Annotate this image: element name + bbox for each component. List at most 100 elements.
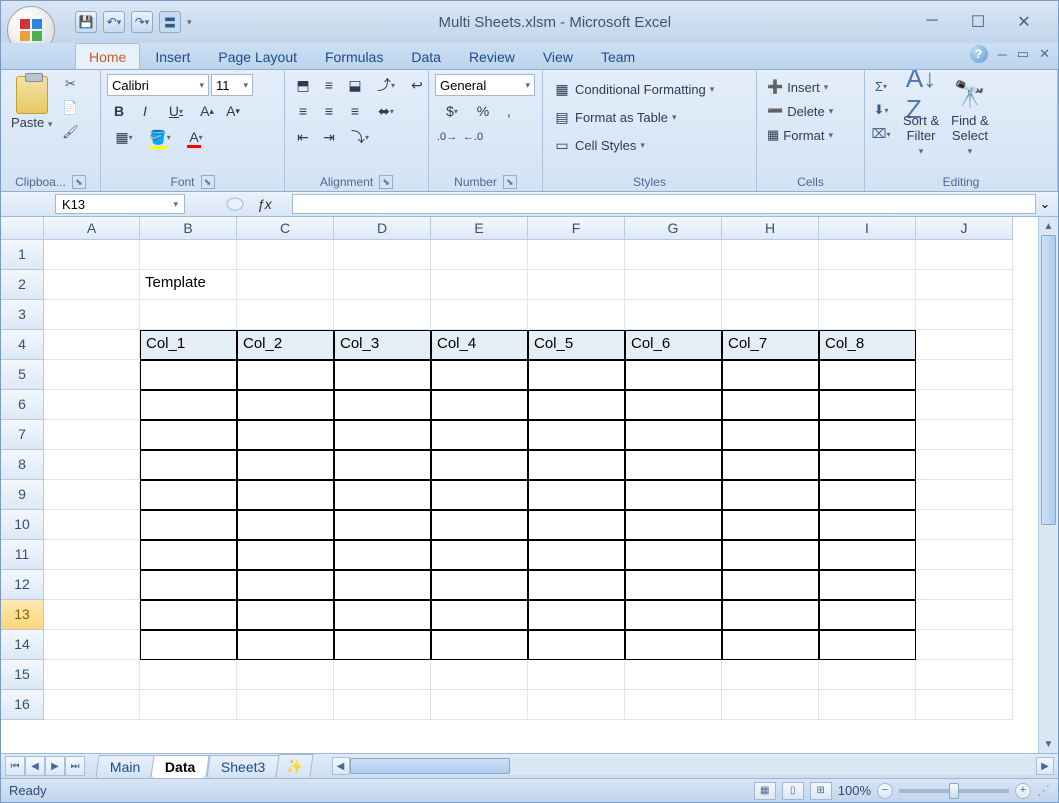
- conditional-formatting-button[interactable]: ▦Conditional Formatting ▾: [549, 78, 718, 100]
- cell-I4[interactable]: Col_8: [819, 330, 916, 360]
- cell-I13[interactable]: [819, 600, 916, 630]
- cell-J13[interactable]: [916, 600, 1013, 630]
- cell-E12[interactable]: [431, 570, 528, 600]
- row-header-15[interactable]: 15: [1, 660, 44, 690]
- orientation-button[interactable]: ⤴▾: [369, 74, 403, 96]
- cell-A5[interactable]: [44, 360, 140, 390]
- cell-D11[interactable]: [334, 540, 431, 570]
- cell-C13[interactable]: [237, 600, 334, 630]
- find-select-button[interactable]: 🔭 Find & Select▾: [947, 74, 993, 159]
- grow-font-button[interactable]: A▴: [195, 100, 219, 122]
- cell-I9[interactable]: [819, 480, 916, 510]
- cell-E5[interactable]: [431, 360, 528, 390]
- cell-B1[interactable]: [140, 240, 237, 270]
- cell-C9[interactable]: [237, 480, 334, 510]
- delete-cells-button[interactable]: ➖Delete ▾: [763, 102, 837, 120]
- cell-F12[interactable]: [528, 570, 625, 600]
- cell-E10[interactable]: [431, 510, 528, 540]
- cell-E7[interactable]: [431, 420, 528, 450]
- zoom-in-button[interactable]: +: [1015, 783, 1031, 799]
- cell-A15[interactable]: [44, 660, 140, 690]
- redo-button[interactable]: ↷▾: [131, 11, 153, 33]
- cell-F15[interactable]: [528, 660, 625, 690]
- fill-button[interactable]: ⬇▾: [871, 100, 891, 120]
- cell-A16[interactable]: [44, 690, 140, 720]
- row-header-11[interactable]: 11: [1, 540, 44, 570]
- cell-D3[interactable]: [334, 300, 431, 330]
- help-button[interactable]: ?: [970, 45, 988, 63]
- cell-I12[interactable]: [819, 570, 916, 600]
- cell-G1[interactable]: [625, 240, 722, 270]
- scroll-right-button[interactable]: ▶: [1036, 757, 1054, 775]
- cell-H7[interactable]: [722, 420, 819, 450]
- mdi-close[interactable]: ✕: [1039, 46, 1050, 62]
- cell-B13[interactable]: [140, 600, 237, 630]
- cell-A6[interactable]: [44, 390, 140, 420]
- page-break-view-button[interactable]: ⊞: [810, 782, 832, 800]
- cell-C3[interactable]: [237, 300, 334, 330]
- cell-G13[interactable]: [625, 600, 722, 630]
- cell-J12[interactable]: [916, 570, 1013, 600]
- cell-I1[interactable]: [819, 240, 916, 270]
- cell-styles-button[interactable]: ▭Cell Styles ▾: [549, 134, 718, 156]
- column-header-G[interactable]: G: [625, 217, 722, 240]
- cell-I6[interactable]: [819, 390, 916, 420]
- column-header-H[interactable]: H: [722, 217, 819, 240]
- cell-D15[interactable]: [334, 660, 431, 690]
- row-header-6[interactable]: 6: [1, 390, 44, 420]
- wrap-text-button[interactable]: ↩: [405, 74, 429, 96]
- decrease-decimal-button[interactable]: ←.0: [461, 126, 485, 148]
- font-color-button[interactable]: A▾: [179, 126, 213, 148]
- scroll-up-button[interactable]: ▲: [1039, 217, 1058, 235]
- column-header-C[interactable]: C: [237, 217, 334, 240]
- cell-G11[interactable]: [625, 540, 722, 570]
- cell-D2[interactable]: [334, 270, 431, 300]
- cell-E8[interactable]: [431, 450, 528, 480]
- format-cells-button[interactable]: ▦Format ▾: [763, 126, 837, 144]
- cell-J6[interactable]: [916, 390, 1013, 420]
- cell-H11[interactable]: [722, 540, 819, 570]
- cell-J14[interactable]: [916, 630, 1013, 660]
- cell-F2[interactable]: [528, 270, 625, 300]
- cell-B7[interactable]: [140, 420, 237, 450]
- cell-G16[interactable]: [625, 690, 722, 720]
- cell-J10[interactable]: [916, 510, 1013, 540]
- row-header-4[interactable]: 4: [1, 330, 44, 360]
- cell-E15[interactable]: [431, 660, 528, 690]
- fill-color-button[interactable]: 🪣▾: [143, 126, 177, 148]
- cell-J7[interactable]: [916, 420, 1013, 450]
- cell-H15[interactable]: [722, 660, 819, 690]
- cell-J1[interactable]: [916, 240, 1013, 270]
- zoom-out-button[interactable]: −: [877, 783, 893, 799]
- cell-D9[interactable]: [334, 480, 431, 510]
- cell-I7[interactable]: [819, 420, 916, 450]
- tab-formulas[interactable]: Formulas: [312, 44, 396, 69]
- cell-B12[interactable]: [140, 570, 237, 600]
- cell-C11[interactable]: [237, 540, 334, 570]
- row-header-12[interactable]: 12: [1, 570, 44, 600]
- cell-E13[interactable]: [431, 600, 528, 630]
- column-header-B[interactable]: B: [140, 217, 237, 240]
- cell-D6[interactable]: [334, 390, 431, 420]
- cell-G10[interactable]: [625, 510, 722, 540]
- orientation2-button[interactable]: ⤵▾: [343, 126, 377, 148]
- fx-icon[interactable]: ƒx: [257, 196, 272, 212]
- row-header-10[interactable]: 10: [1, 510, 44, 540]
- font-size-combo[interactable]: 11▾: [211, 74, 253, 96]
- tab-page-layout[interactable]: Page Layout: [205, 44, 310, 69]
- align-top-button[interactable]: ⬒: [291, 74, 315, 96]
- align-center-button[interactable]: ≡: [317, 100, 341, 122]
- normal-view-button[interactable]: ▦: [754, 782, 776, 800]
- cell-E2[interactable]: [431, 270, 528, 300]
- cell-B8[interactable]: [140, 450, 237, 480]
- row-header-9[interactable]: 9: [1, 480, 44, 510]
- cell-I8[interactable]: [819, 450, 916, 480]
- cell-B15[interactable]: [140, 660, 237, 690]
- align-middle-button[interactable]: ≡: [317, 74, 341, 96]
- cell-J3[interactable]: [916, 300, 1013, 330]
- cell-I2[interactable]: [819, 270, 916, 300]
- cell-I11[interactable]: [819, 540, 916, 570]
- column-header-F[interactable]: F: [528, 217, 625, 240]
- copy-button[interactable]: 📄: [60, 98, 80, 118]
- cell-J15[interactable]: [916, 660, 1013, 690]
